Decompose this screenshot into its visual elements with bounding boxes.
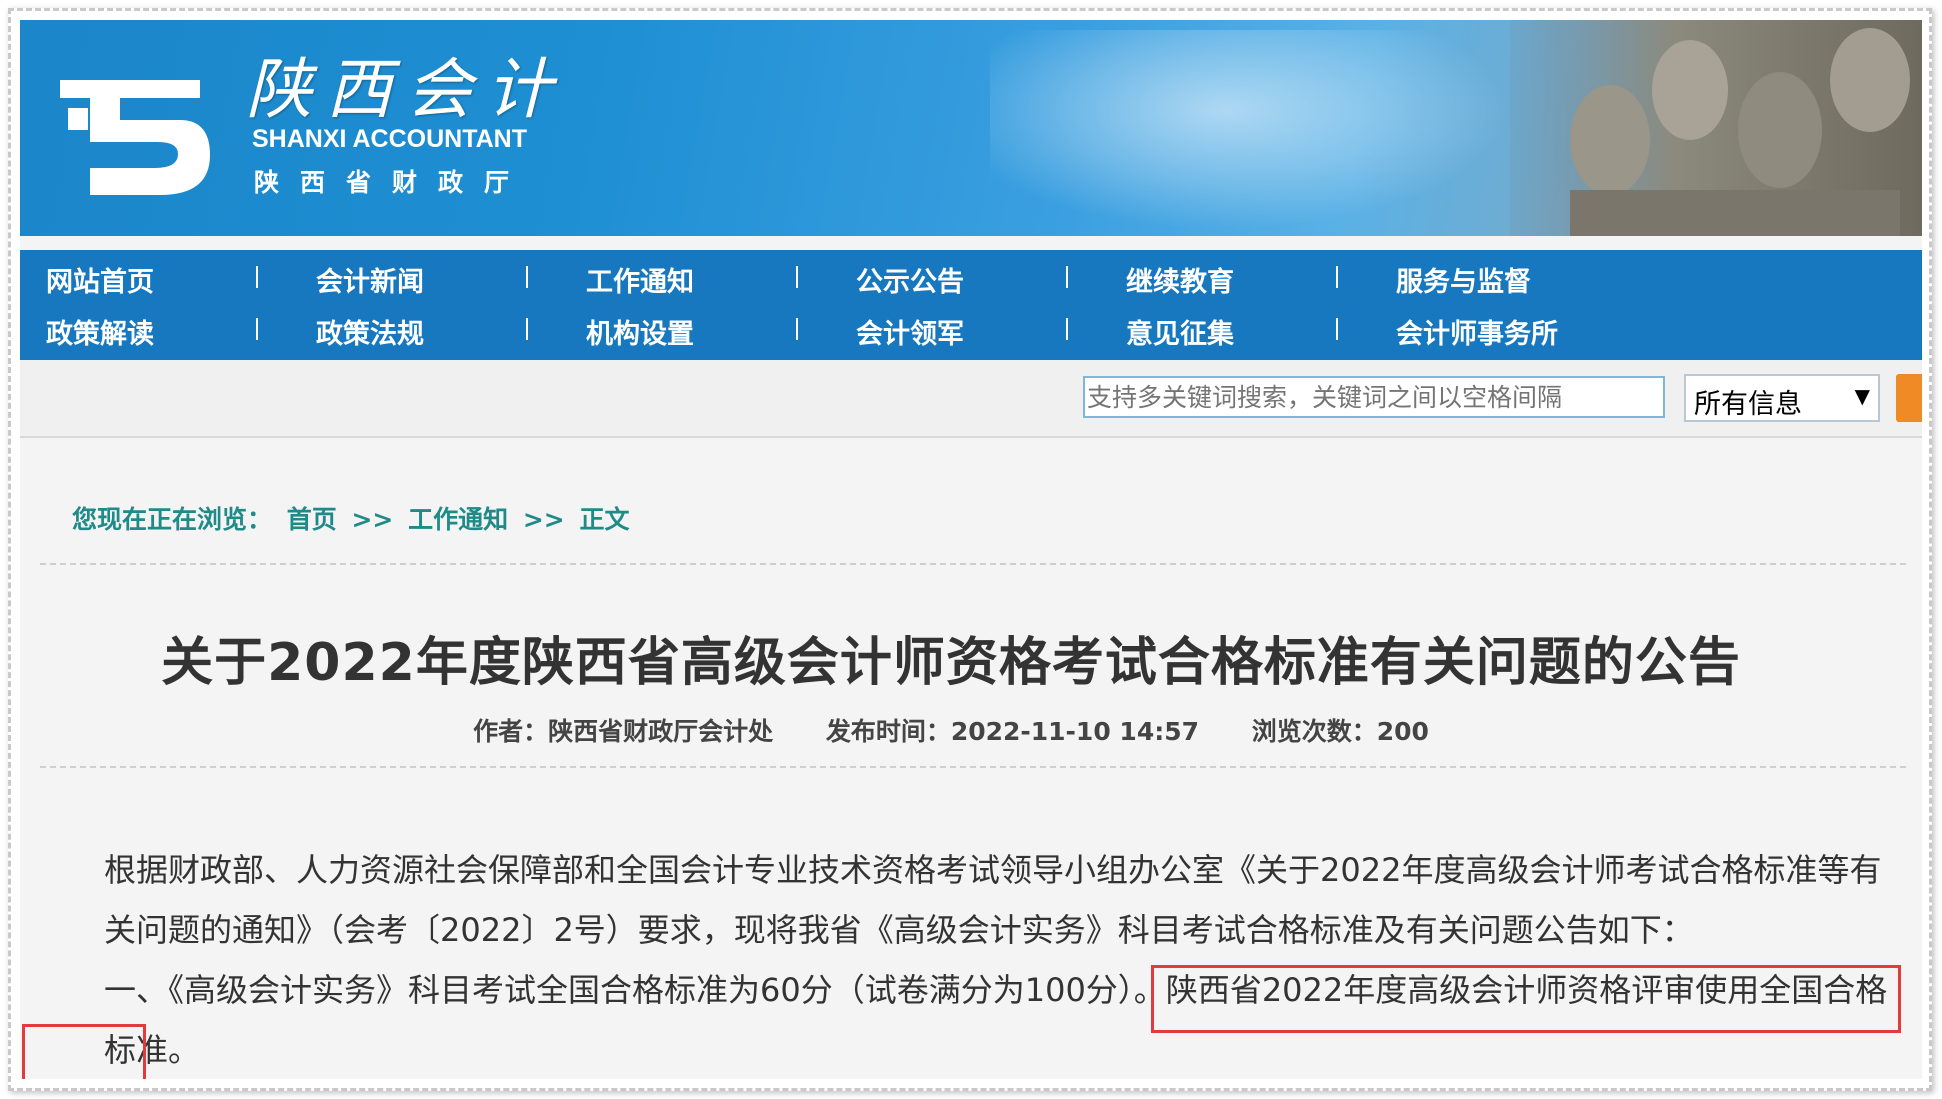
main-navigation: 网站首页 会计新闻 工作通知 公示公告 继续教育 服务与监督 政策解读 政策法规… (20, 250, 1922, 360)
article-paragraph: 根据财政部、人力资源社会保障部和全国会计专业技术资格考试领导小组办公室《关于20… (104, 851, 1882, 949)
nav-item-home[interactable]: 网站首页 (46, 260, 154, 299)
article-text: 一、《高级会计实务》科目考试全国合格标准为60分（试卷满分为100分）。 (104, 971, 1166, 1009)
nav-separator (526, 266, 528, 288)
article-view-count: 浏览次数：200 (1251, 717, 1429, 746)
site-title-english: SHANXI ACCOUNTANT (252, 125, 527, 153)
site-title: 陕西会计 (246, 51, 566, 128)
highlight-box (1151, 965, 1901, 1033)
nav-separator (256, 318, 258, 340)
nav-item-continuing-education[interactable]: 继续教育 (1126, 260, 1234, 299)
nav-separator (1336, 318, 1338, 340)
nav-separator (796, 266, 798, 288)
nav-item-accounting-news[interactable]: 会计新闻 (316, 260, 424, 299)
breadcrumb-label: 您现在正在浏览： (72, 505, 273, 534)
highlight-box (22, 1024, 146, 1079)
terracotta-warriors-image (1510, 20, 1922, 236)
search-button[interactable] (1896, 374, 1922, 422)
banner-gap (20, 236, 1922, 250)
nav-item-service-supervision[interactable]: 服务与监督 (1396, 260, 1531, 299)
nav-item-policies-regulations[interactable]: 政策法规 (316, 312, 424, 351)
divider (40, 766, 1906, 768)
page: 陕西会计 SHANXI ACCOUNTANT 陕西省财政厅 网站首页 会计新闻 … (20, 20, 1922, 1079)
world-map-decor (990, 30, 1510, 230)
nav-item-announcements[interactable]: 公示公告 (856, 260, 964, 299)
shanxi-accountant-logo-icon (60, 80, 210, 195)
search-scope-value: 所有信息 (1694, 389, 1802, 420)
search-bar: 所有信息 ▼ (20, 360, 1922, 438)
site-banner: 陕西会计 SHANXI ACCOUNTANT 陕西省财政厅 (20, 20, 1922, 236)
nav-separator (256, 266, 258, 288)
nav-item-organization[interactable]: 机构设置 (586, 312, 694, 351)
article-meta: 作者：陕西省财政厅会计处 发布时间：2022-11-10 14:57 浏览次数：… (20, 712, 1882, 748)
nav-separator (1066, 318, 1068, 340)
nav-separator (526, 318, 528, 340)
breadcrumb-separator: >> (351, 505, 394, 534)
breadcrumb-item-current[interactable]: 正文 (579, 505, 629, 534)
nav-item-policy-interpretation[interactable]: 政策解读 (46, 312, 154, 351)
breadcrumb-item-home[interactable]: 首页 (287, 505, 337, 534)
search-input[interactable] (1083, 376, 1665, 418)
article-body: 根据财政部、人力资源社会保障部和全国会计专业技术资格考试领导小组办公室《关于20… (40, 840, 1896, 1079)
breadcrumb: 您现在正在浏览： 首页 >> 工作通知 >> 正文 (72, 500, 635, 536)
nav-separator (1066, 266, 1068, 288)
article-publish-time: 发布时间：2022-11-10 14:57 (825, 717, 1200, 746)
nav-item-accounting-leaders[interactable]: 会计领军 (856, 312, 964, 351)
nav-item-opinion-collection[interactable]: 意见征集 (1126, 312, 1234, 351)
chevron-down-icon: ▼ (1854, 384, 1870, 408)
article-author: 作者：陕西省财政厅会计处 (473, 717, 774, 746)
site-organization: 陕西省财政厅 (254, 168, 531, 197)
nav-separator (1336, 266, 1338, 288)
nav-item-work-notices[interactable]: 工作通知 (586, 260, 694, 299)
breadcrumb-item-work-notices[interactable]: 工作通知 (408, 505, 508, 534)
search-scope-select[interactable]: 所有信息 ▼ (1684, 374, 1880, 422)
article-title: 关于2022年度陕西省高级会计师资格考试合格标准有关问题的公告 (161, 633, 1741, 693)
nav-separator (796, 318, 798, 340)
breadcrumb-separator: >> (522, 505, 565, 534)
nav-item-accounting-firms[interactable]: 会计师事务所 (1396, 312, 1558, 351)
divider (40, 563, 1906, 565)
